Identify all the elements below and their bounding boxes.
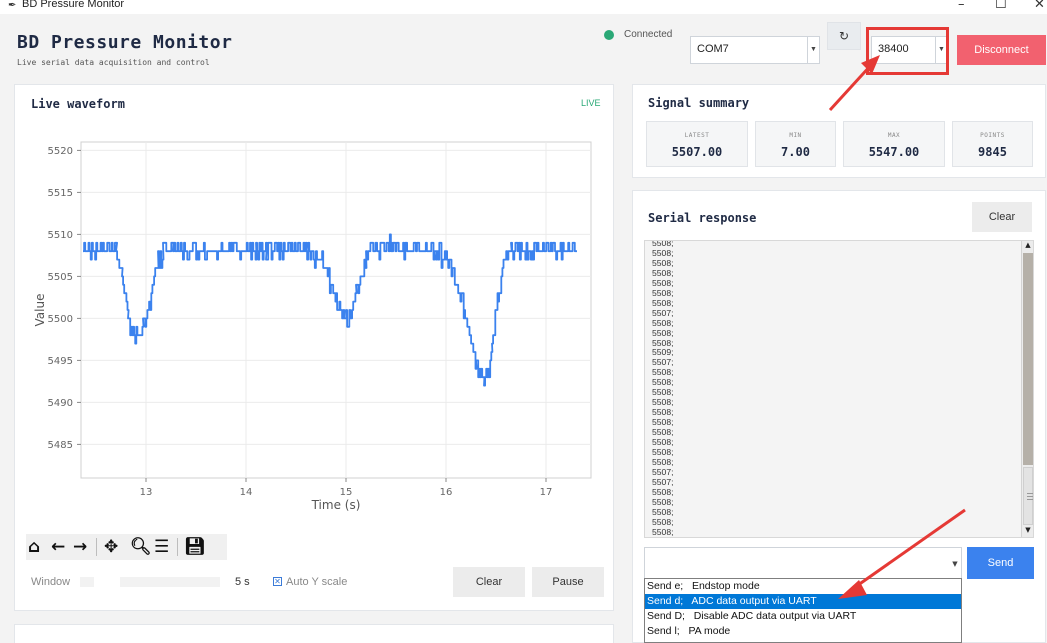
y-tick-label: 5500 — [48, 314, 73, 325]
x-axis-label: Time (s) — [311, 498, 361, 512]
y-tick-label: 5520 — [48, 146, 73, 157]
x-tick-label: 15 — [340, 487, 353, 498]
zoom-icon[interactable]: 🔍︎ — [130, 537, 152, 557]
y-axis-label: Value — [33, 294, 47, 327]
stat-min-value: 7.00 — [781, 145, 810, 159]
y-tick-label: 5515 — [48, 188, 73, 199]
home-icon[interactable]: ⌂ — [28, 537, 40, 557]
plot-toolbar: ⌂ ← → ✥ 🔍︎ ☰ 💾︎ — [26, 534, 227, 560]
scroll-up-icon[interactable]: ▲ — [1022, 241, 1033, 252]
scrollbar-thumb[interactable] — [1023, 467, 1033, 525]
serial-lines: 5508; 5508; 5508; 5508; 5508; 5508; 5508; 5507;… — [652, 241, 674, 537]
maximize-button[interactable]: ☐ — [995, 0, 1007, 12]
command-option[interactable]: Send D; Disable ADC data output via UART — [645, 609, 961, 624]
y-tick-label: 5485 — [48, 440, 73, 451]
y-tick-label: 5505 — [48, 272, 73, 283]
minimize-button[interactable]: – — [958, 0, 965, 12]
y-tick-label: 5490 — [48, 398, 73, 409]
pause-button[interactable]: Pause — [532, 567, 604, 597]
stat-max-value: 5547.00 — [868, 145, 920, 159]
save-icon[interactable]: 💾︎ — [184, 537, 206, 557]
chevron-down-icon[interactable]: ▼ — [949, 548, 961, 578]
command-select[interactable]: ▼ — [644, 547, 962, 579]
x-tick-label: 17 — [540, 487, 553, 498]
title-bar: ✒ BD Pressure Monitor – ☐ ✕ — [0, 0, 1047, 14]
bottom-panel-edge — [14, 624, 614, 643]
stat-max: MAX 5547.00 — [843, 121, 945, 167]
stat-points-key: POINTS — [980, 132, 1005, 139]
stat-latest-value: 5507.00 — [671, 145, 723, 159]
serial-response-title: Serial response — [648, 211, 757, 225]
scroll-down-icon[interactable]: ▼ — [1022, 526, 1033, 537]
x-tick-label: 14 — [240, 487, 253, 498]
scrollbar-grip — [1027, 493, 1033, 494]
command-option[interactable]: Send d; ADC data output via UART — [645, 594, 961, 609]
send-button[interactable]: Send — [967, 547, 1034, 579]
waveform-title: Live waveform — [31, 97, 125, 111]
annotation-highlight-box — [866, 27, 949, 75]
scrollbar-grip — [1027, 496, 1033, 497]
scrollbar-grip — [1027, 499, 1033, 500]
signal-summary-title: Signal summary — [648, 96, 750, 110]
clear-waveform-button[interactable]: Clear — [453, 567, 525, 597]
stat-latest-key: LATEST — [684, 132, 710, 139]
stat-latest: LATEST 5507.00 — [646, 121, 748, 167]
window-label: Window — [31, 576, 71, 588]
window-slider[interactable] — [120, 577, 220, 587]
close-button[interactable]: ✕ — [1034, 0, 1045, 12]
app-title: BD Pressure Monitor — [17, 32, 233, 53]
window-title: BD Pressure Monitor — [22, 0, 125, 10]
command-dropdown-list: Send e; Endstop mode Send d; ADC data out… — [644, 578, 962, 643]
toolbar-separator — [96, 538, 97, 556]
auto-y-scale-label: Auto Y scale — [286, 576, 348, 588]
serial-output[interactable]: 5508; 5508; 5508; 5508; 5508; 5508; 5508; 5507;… — [644, 240, 1034, 538]
forward-arrow-icon[interactable]: → — [73, 537, 87, 557]
port-select-value: COM7 — [697, 43, 729, 55]
clear-serial-button[interactable]: Clear — [972, 202, 1032, 232]
stat-points: POINTS 9845 — [952, 121, 1033, 167]
feather-icon: ✒ — [8, 0, 17, 11]
connection-status-label: Connected — [624, 29, 673, 40]
x-tick-label: 13 — [140, 487, 153, 498]
serial-scrollbar[interactable]: ▲ ▼ — [1021, 241, 1033, 537]
app-window: ✒ BD Pressure Monitor – ☐ ✕ BD Pressure … — [0, 0, 1047, 643]
stat-min: MIN 7.00 — [755, 121, 836, 167]
y-tick-label: 5510 — [48, 230, 73, 241]
auto-y-scale-checkbox[interactable]: ✕ — [273, 577, 282, 586]
x-tick-label: 16 — [440, 487, 453, 498]
refresh-ports-button[interactable]: ↻ — [827, 22, 861, 50]
stat-points-value: 9845 — [978, 145, 1007, 159]
toolbar-separator — [177, 538, 178, 556]
pan-icon[interactable]: ✥ — [104, 537, 118, 557]
command-option[interactable]: Send e; Endstop mode — [645, 579, 961, 594]
stat-min-key: MIN — [789, 132, 802, 139]
connection-status-dot — [604, 30, 614, 40]
window-input[interactable] — [80, 577, 94, 587]
port-select[interactable]: COM7 ▼ — [690, 36, 820, 64]
refresh-icon: ↻ — [838, 29, 850, 43]
disconnect-button[interactable]: Disconnect — [957, 35, 1046, 65]
app-subtitle: Live serial data acquisition and control — [17, 58, 210, 67]
scrollbar-track[interactable] — [1023, 253, 1033, 465]
configure-icon[interactable]: ☰ — [154, 537, 169, 557]
y-tick-label: 5495 — [48, 356, 73, 367]
waveform-chart[interactable]: 5485 5490 5495 5500 5505 5510 5515 5520 13 14 15 1… — [17, 128, 597, 520]
chevron-down-icon[interactable]: ▼ — [807, 37, 819, 63]
live-badge: LIVE — [581, 98, 601, 108]
command-option[interactable]: Send l; PA mode — [645, 624, 961, 639]
window-value: 5 s — [235, 576, 250, 588]
stat-max-key: MAX — [887, 132, 901, 139]
back-arrow-icon[interactable]: ← — [51, 537, 65, 557]
